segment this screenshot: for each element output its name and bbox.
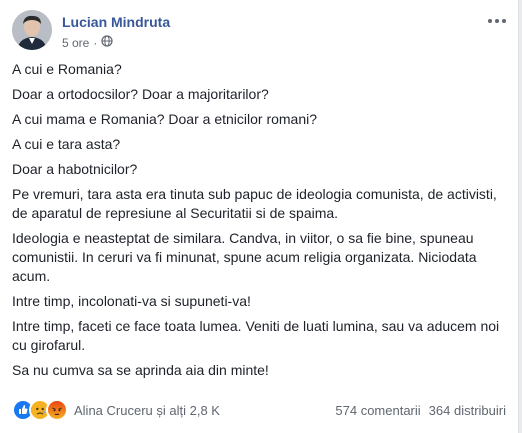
post-paragraph: Sa nu cumva sa se aprinda aia din minte! bbox=[12, 362, 269, 378]
post-paragraph: Doar a habotnicilor? bbox=[12, 161, 138, 177]
comments-count[interactable]: 574 comentarii bbox=[335, 403, 420, 418]
post-paragraph: A cui e Romania? bbox=[12, 61, 122, 77]
globe-icon[interactable] bbox=[101, 35, 113, 50]
more-options-icon[interactable] bbox=[487, 14, 507, 28]
post-card: Lucian Mindruta 5 ore · A cui e Romania?… bbox=[0, 0, 519, 433]
post-paragraph: Ideologia e neasteptat de similara. Cand… bbox=[12, 230, 477, 284]
post-paragraph: Intre timp, incolonati-va si supuneti-va… bbox=[12, 293, 251, 309]
reactions-summary[interactable] bbox=[12, 399, 68, 421]
post-body: A cui e Romania? Doar a ortodocsilor? Do… bbox=[12, 60, 504, 386]
angry-icon bbox=[46, 399, 68, 421]
post-paragraph: Doar a ortodocsilor? Doar a majoritarilo… bbox=[12, 86, 269, 102]
avatar-photo bbox=[12, 10, 52, 50]
avatar[interactable] bbox=[12, 10, 52, 50]
post-paragraph: A cui mama e Romania? Doar a etnicilor r… bbox=[12, 111, 318, 127]
shares-count[interactable]: 364 distribuiri bbox=[429, 403, 506, 418]
engagement-counts: 574 comentarii 364 distribuiri bbox=[335, 403, 506, 418]
post-paragraph: A cui e tara asta? bbox=[12, 136, 121, 152]
post-paragraph: Intre timp, faceti ce face toata lumea. … bbox=[12, 318, 500, 353]
post-time[interactable]: 5 ore bbox=[62, 36, 89, 50]
post-meta: 5 ore · bbox=[62, 35, 113, 50]
post-header: Lucian Mindruta 5 ore · bbox=[12, 10, 507, 58]
post-footer: Alina Cruceru și alți 2,8 K 574 comentar… bbox=[12, 397, 506, 423]
author-name[interactable]: Lucian Mindruta bbox=[62, 14, 170, 30]
reactors-text[interactable]: Alina Cruceru și alți 2,8 K bbox=[74, 403, 220, 418]
post-paragraph: Pe vremuri, tara asta era tinuta sub pap… bbox=[12, 186, 497, 221]
meta-separator: · bbox=[93, 35, 98, 50]
